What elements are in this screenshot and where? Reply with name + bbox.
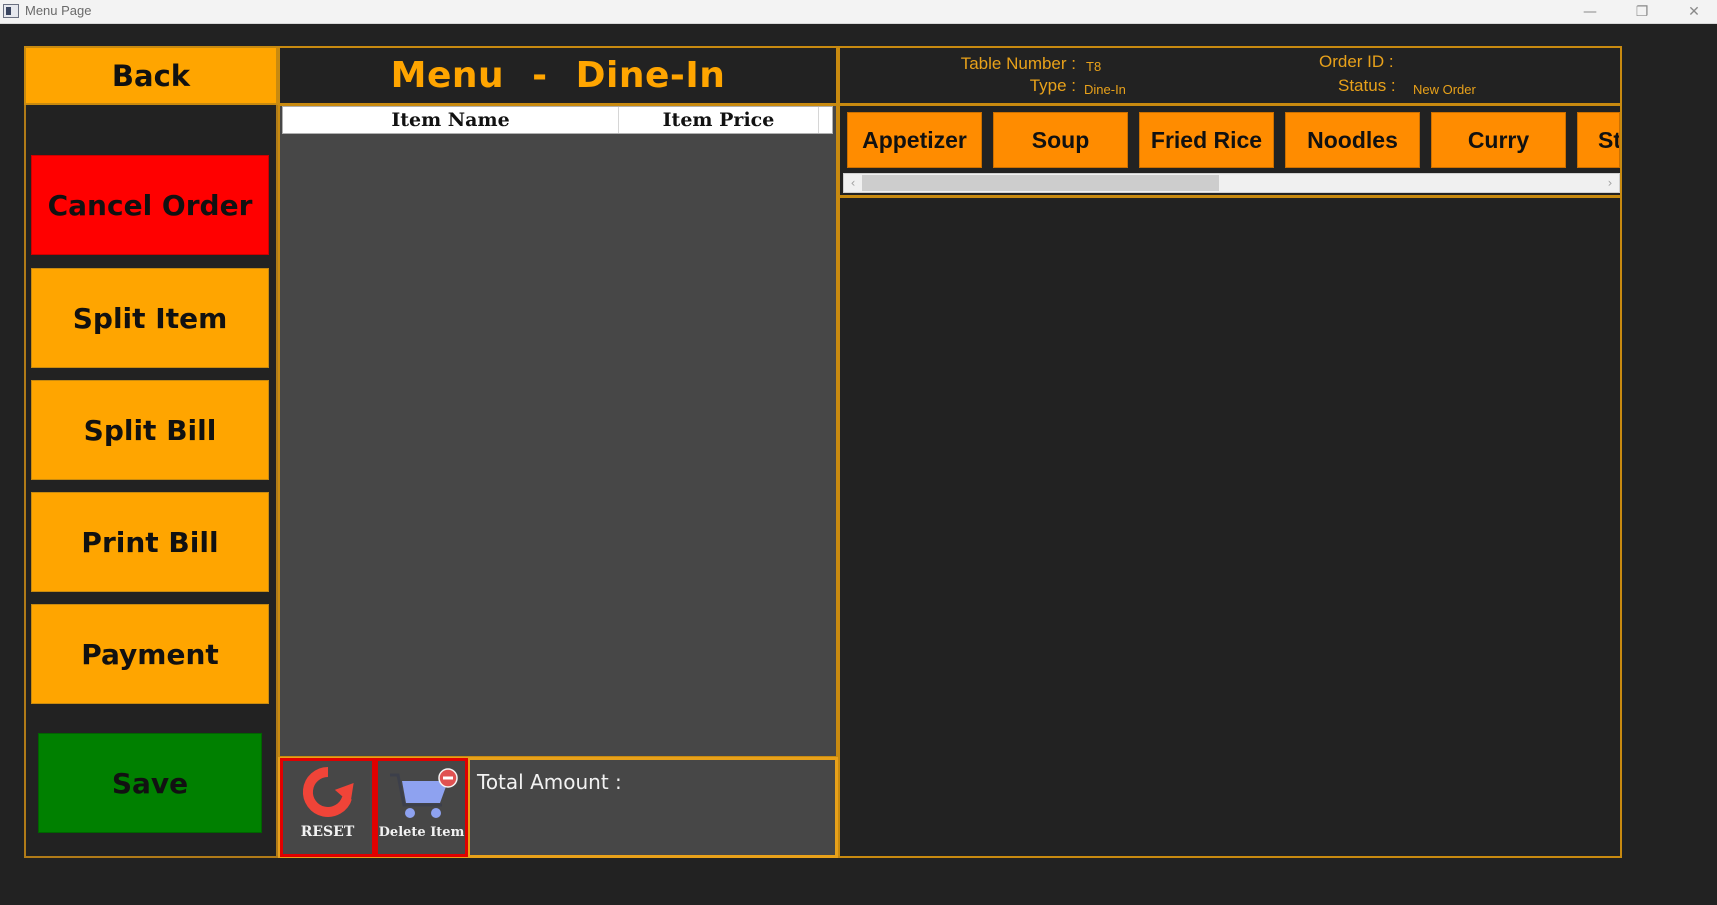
page-title-menu: Menu	[390, 55, 505, 96]
app-icon	[3, 4, 19, 18]
reset-label: RESET	[300, 824, 355, 840]
category-appetizer[interactable]: Appetizer	[847, 112, 982, 168]
column-header-item-price[interactable]: Item Price	[619, 107, 819, 133]
cancel-order-button[interactable]: Cancel Order	[31, 155, 269, 255]
page-title-order-type: Dine-In	[575, 55, 726, 96]
delete-item-button[interactable]: Delete Item	[375, 758, 468, 857]
column-header-item-name[interactable]: Item Name	[283, 107, 619, 133]
order-id-label: Order ID :	[1319, 52, 1394, 71]
order-info-header	[838, 46, 1622, 105]
save-button[interactable]: Save	[38, 733, 262, 833]
table-number-value: T8	[1086, 56, 1101, 76]
window-titlebar: Menu Page — ❐ ✕	[0, 0, 1717, 24]
table-number-label: Table Number :	[960, 54, 1076, 73]
total-amount-label: Total Amount :	[477, 770, 622, 794]
page-title: Menu - Dine-In	[278, 46, 838, 105]
order-type-value: Dine-In	[1084, 79, 1126, 99]
status-label: Status :	[1338, 76, 1396, 95]
reset-icon	[302, 766, 354, 817]
order-type-text: Dine-In	[1084, 82, 1126, 97]
payment-button[interactable]: Payment	[31, 604, 269, 704]
reset-button[interactable]: RESET	[280, 758, 375, 857]
window-title: Menu Page	[25, 3, 92, 18]
status-text: New Order	[1413, 82, 1476, 97]
print-bill-button[interactable]: Print Bill	[31, 492, 269, 592]
order-items-header: Item Name Item Price	[282, 106, 833, 134]
total-amount-caption: Total Amount :	[477, 770, 622, 794]
close-button[interactable]: ✕	[1671, 0, 1717, 24]
category-soup[interactable]: Soup	[993, 112, 1128, 168]
category-scrollbar-thumb[interactable]	[862, 175, 1219, 191]
category-fried-rice[interactable]: Fried Rice	[1139, 112, 1274, 168]
category-curry[interactable]: Curry	[1431, 112, 1566, 168]
table-number-text: T8	[1086, 59, 1102, 74]
scroll-left-arrow-icon[interactable]: ‹	[846, 173, 860, 193]
category-partial[interactable]: St	[1577, 112, 1620, 168]
status-value: New Order	[1413, 79, 1476, 99]
split-bill-button[interactable]: Split Bill	[31, 380, 269, 480]
order-type-label: Type :	[1029, 76, 1076, 95]
cart-remove-icon	[389, 768, 458, 818]
page-title-separator: -	[532, 55, 548, 96]
column-header-filler	[819, 107, 832, 133]
split-item-button[interactable]: Split Item	[31, 268, 269, 368]
scroll-right-arrow-icon[interactable]: ›	[1603, 173, 1617, 193]
delete-item-label: Delete Item	[378, 825, 465, 840]
order-items-list[interactable]	[278, 104, 838, 758]
menu-items-area	[838, 196, 1622, 858]
back-button[interactable]: Back	[24, 46, 278, 105]
category-noodles[interactable]: Noodles	[1285, 112, 1420, 168]
restore-button[interactable]: ❐	[1619, 0, 1665, 24]
minimize-button[interactable]: —	[1567, 0, 1613, 24]
